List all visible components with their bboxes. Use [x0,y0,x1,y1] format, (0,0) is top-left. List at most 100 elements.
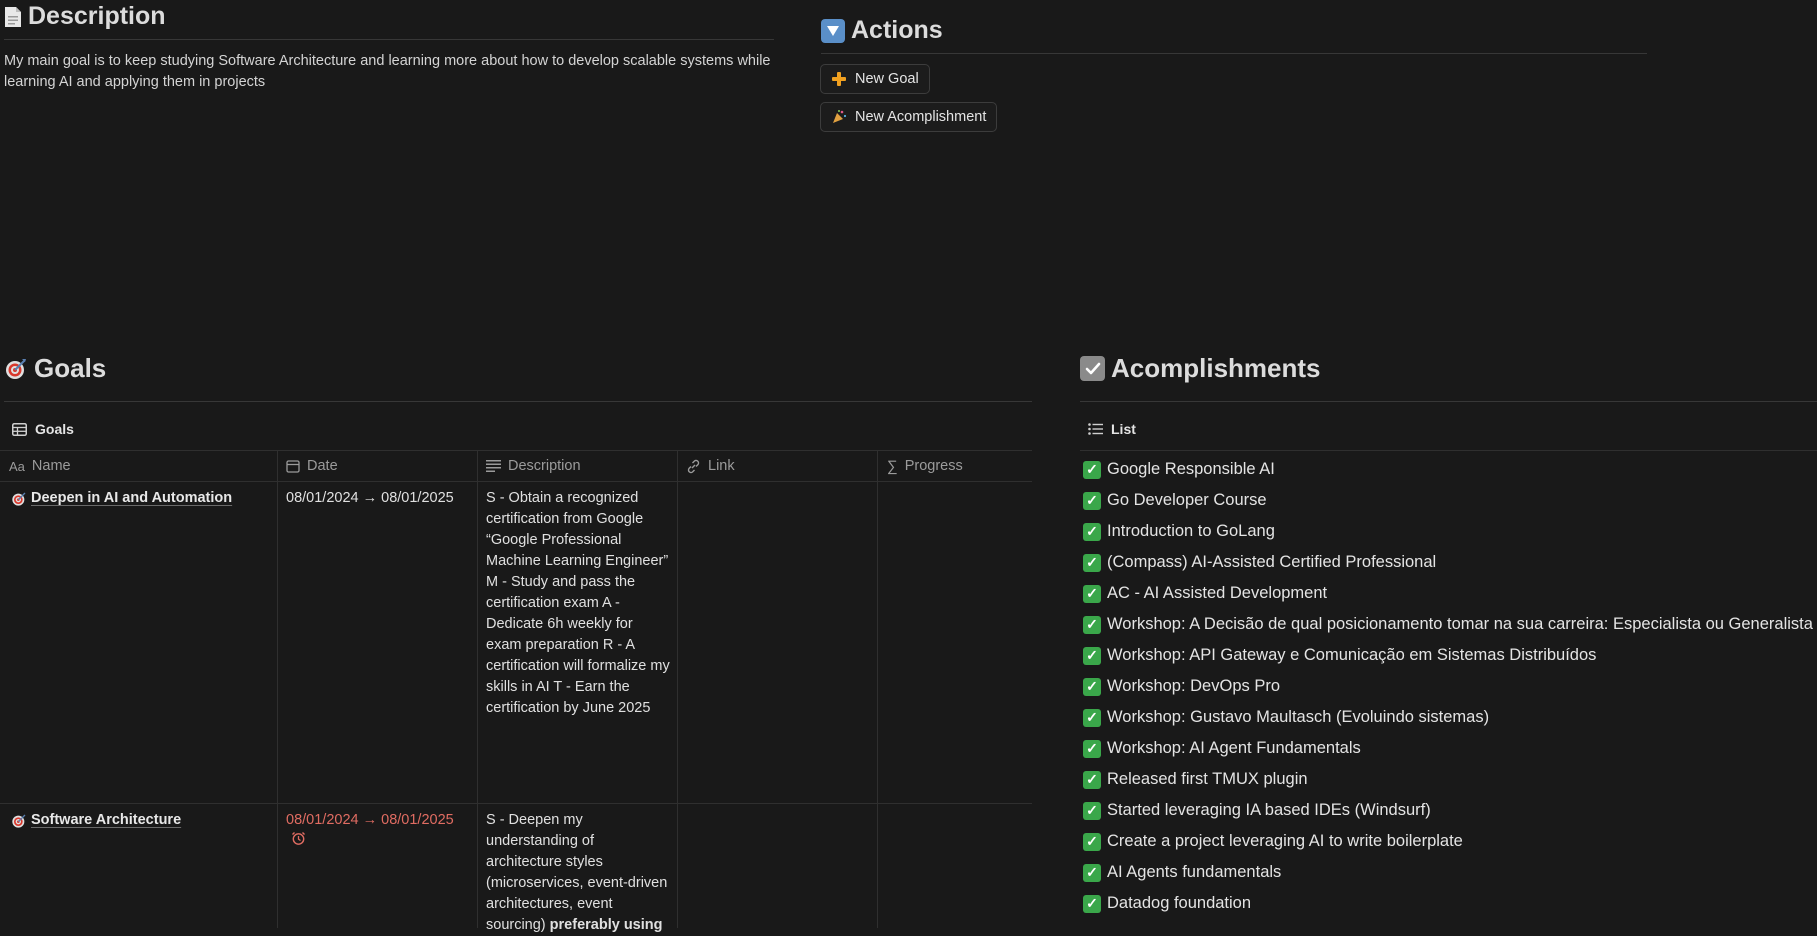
description-title: Description [28,2,166,30]
list-item[interactable]: ✓ Workshop: A Decisão de qual posicioname… [1083,615,1813,634]
plus-icon [831,71,847,87]
column-header-name[interactable]: Aa Name [9,452,71,480]
list-item-label: Go Developer Course [1107,491,1267,509]
divider [1080,401,1817,402]
goal-date: 08/01/2024 → 08/01/2025 [286,490,454,506]
list-item-label: Introduction to GoLang [1107,522,1275,540]
list-item[interactable]: ✓ AC - AI Assisted Development [1083,584,1327,603]
text-lines-icon [486,460,501,472]
column-header-progress[interactable]: ∑ Progress [887,452,963,480]
link-icon [686,459,701,474]
list-item[interactable]: ✓ AI Agents fundamentals [1083,863,1281,882]
list-item-label: Workshop: AI Agent Fundamentals [1107,739,1361,757]
acomplishments-list-view-tab[interactable]: List [1088,421,1136,437]
goal-name-link[interactable]: Deepen in AI and Automation [31,488,232,509]
list-item[interactable]: ✓ Workshop: AI Agent Fundamentals [1083,739,1361,758]
list-item[interactable]: ✓ Workshop: Gustavo Maultasch (Evoluindo … [1083,708,1489,727]
goal-description: S - Obtain a recognized certification fr… [486,490,670,716]
list-item-label: Google Responsible AI [1107,460,1275,478]
list-item-label: Create a project leveraging AI to write … [1107,832,1463,850]
check-mark-icon: ✓ [1083,615,1101,634]
list-item-label: Workshop: DevOps Pro [1107,677,1281,695]
goals-view-label: Goals [35,421,74,437]
target-icon [11,491,27,507]
list-item-label: (Compass) AI-Assisted Certified Professi… [1107,553,1437,571]
column-divider [477,450,478,928]
page-icon [4,6,22,28]
check-mark-icon: ✓ [1083,646,1101,665]
check-mark-icon: ✓ [1083,770,1101,789]
triangle-down-icon [821,18,845,43]
goals-table-view-tab[interactable]: Goals [12,421,74,437]
alarm-clock-icon [286,831,472,853]
list-item[interactable]: ✓ Google Responsible AI [1083,460,1275,479]
target-icon [4,357,28,381]
goal-name-link[interactable]: Software Architecture [31,810,181,831]
check-mark-icon: ✓ [1083,708,1101,727]
column-header-label: Link [708,458,735,474]
actions-heading: Actions [821,16,943,45]
list-item-label: AC - AI Assisted Development [1107,584,1328,602]
description-heading: Description [4,2,166,31]
column-divider [277,450,278,928]
check-mark-icon: ✓ [1083,522,1101,541]
new-goal-label: New Goal [855,71,919,87]
goal-date-overdue: 08/01/2024 → 08/01/2025 [286,810,472,853]
list-icon [1088,423,1103,435]
check-mark-icon: ✓ [1083,553,1101,572]
check-mark-icon: ✓ [1083,491,1101,510]
list-item[interactable]: ✓ Introduction to GoLang [1083,522,1275,541]
description-text: My main goal is to keep studying Softwar… [4,53,771,90]
sigma-icon: ∑ [887,457,898,475]
goal-description-bold: preferably using [549,917,663,933]
divider [4,39,774,40]
list-item-label: AI Agents fundamentals [1107,863,1282,881]
check-mark-icon: ✓ [1083,863,1101,882]
check-mark-icon: ✓ [1083,801,1101,820]
new-goal-button[interactable]: New Goal [820,64,930,94]
column-header-label: Progress [904,458,963,474]
target-icon [11,813,27,829]
list-item[interactable]: ✓ Create a project leveraging AI to write… [1083,832,1463,851]
goal-date-text: 08/01/2024 → 08/01/2025 [286,812,454,828]
list-top-border [1080,450,1817,451]
check-mark-icon: ✓ [1083,739,1101,758]
new-acomplishment-button[interactable]: New Acomplishment [820,102,998,132]
new-acomplishment-label: New Acomplishment [855,109,987,125]
list-item[interactable]: ✓ Started leveraging IA based IDEs (Winds… [1083,801,1431,820]
list-item[interactable]: ✓ Released first TMUX plugin [1083,770,1308,789]
column-header-label: Name [31,458,71,474]
list-item-label: Released first TMUX plugin [1107,770,1308,788]
check-box-icon [1080,356,1105,381]
list-item[interactable]: ✓ (Compass) AI-Assisted Certified Profess… [1083,553,1436,572]
calendar-icon [286,459,300,473]
list-item[interactable]: ✓ Workshop: API Gateway e Comunicação em … [1083,646,1596,665]
list-item-label: Started leveraging IA based IDEs (Windsu… [1107,801,1431,819]
column-header-date[interactable]: Date [286,452,338,480]
list-item[interactable]: ✓ Workshop: DevOps Pro [1083,677,1280,696]
divider [4,401,1032,402]
column-header-link[interactable]: Link [686,452,735,480]
table-row-name[interactable]: Deepen in AI and Automation [11,488,273,509]
list-item-label: Datadog foundation [1107,894,1252,912]
column-header-label: Date [307,458,338,474]
goal-description-text: S - Deepen my understanding of architect… [486,812,668,933]
actions-title: Actions [851,16,943,44]
goal-description: S - Deepen my understanding of architect… [486,810,672,936]
list-item[interactable]: ✓ Datadog foundation [1083,894,1251,913]
column-divider [677,450,678,928]
goals-title: Goals [34,353,107,383]
list-item[interactable]: ✓ Go Developer Course [1083,491,1267,510]
column-divider [877,450,878,928]
column-header-description[interactable]: Description [486,452,581,480]
check-mark-icon: ✓ [1083,460,1101,479]
list-item-label: Workshop: A Decisão de qual posicionamen… [1107,615,1813,633]
party-popper-icon [831,109,847,125]
table-icon [12,422,27,436]
column-header-label: Description [508,458,581,474]
table-row-name[interactable]: Software Architecture [11,810,273,831]
check-mark-icon: ✓ [1083,584,1101,603]
acomplishments-title: Acomplishments [1111,353,1321,383]
check-mark-icon: ✓ [1083,894,1101,913]
check-mark-icon: ✓ [1083,832,1101,851]
